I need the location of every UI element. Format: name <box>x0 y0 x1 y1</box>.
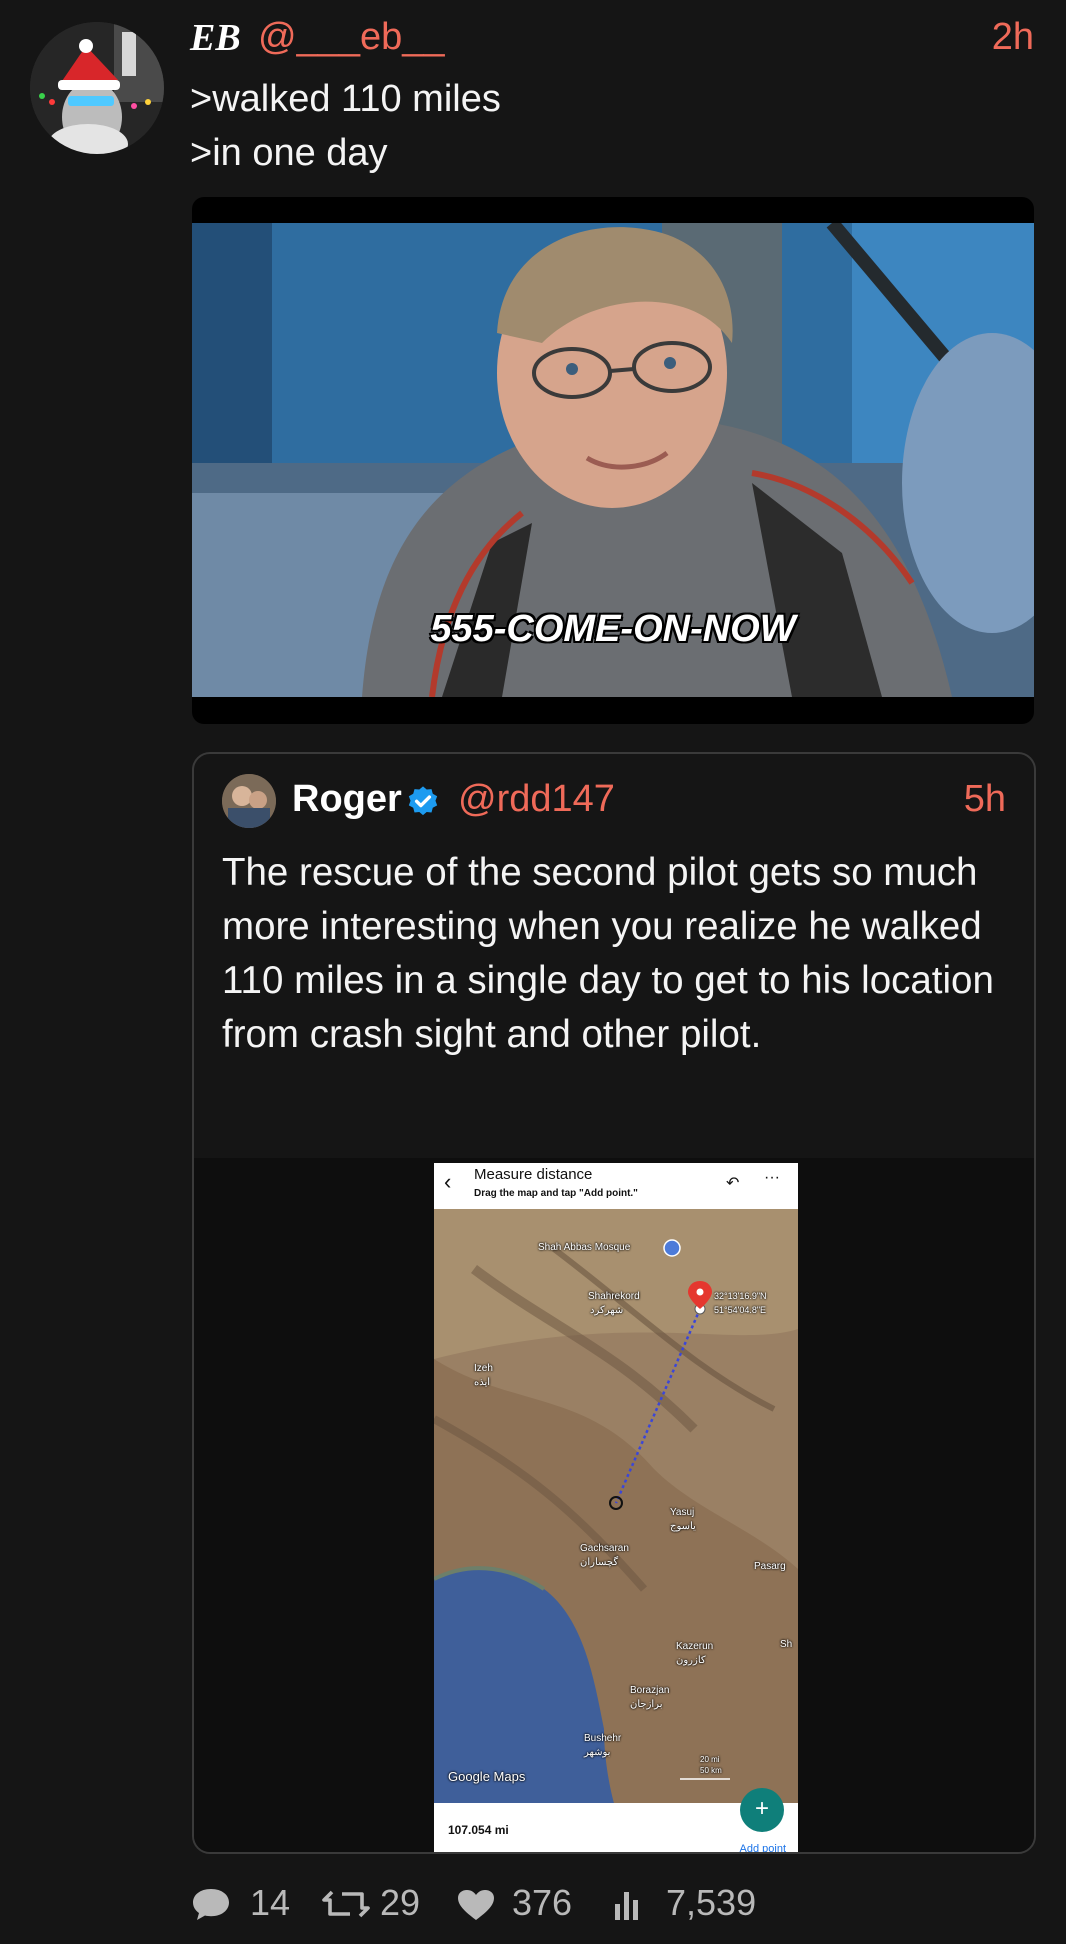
map-label-bushehr-fa: بوشهر <box>584 1747 611 1758</box>
reply-icon[interactable] <box>191 1886 231 1922</box>
map-label-shahrekord-fa: شهرکرد <box>590 1305 624 1316</box>
map-label-pasarg: Pasarg <box>754 1561 786 1572</box>
tweet-text-line-1: >walked 110 miles <box>190 78 501 120</box>
gif-caption: 555-COME-ON-NOW <box>430 608 796 650</box>
maps-title: Measure distance <box>474 1166 593 1183</box>
add-point-fab[interactable]: + <box>740 1788 784 1832</box>
more-options-icon: ··· <box>764 1169 780 1186</box>
add-point-link[interactable]: Add point <box>740 1843 786 1852</box>
map-label-gachsaran: Gachsaran <box>580 1543 629 1554</box>
tweet-timestamp[interactable]: 2h <box>992 16 1034 59</box>
views-chart-icon[interactable] <box>612 1888 646 1922</box>
map-label-borazjan-fa: برازجان <box>630 1699 663 1710</box>
verified-badge-icon <box>408 786 438 816</box>
map-label-sh: Sh <box>780 1639 793 1650</box>
satellite-map: Shah Abbas Mosque Shahrekord شهرکرد 32°1… <box>434 1209 798 1803</box>
quoted-tweet-text: The rescue of the second pilot gets so m… <box>222 851 994 1056</box>
map-label-bushehr: Bushehr <box>584 1733 622 1744</box>
map-label-gachsaran-fa: گچساران <box>580 1557 619 1568</box>
quoted-tweet[interactable]: Roger @rdd147 5h The rescue of the secon… <box>192 752 1036 1854</box>
measured-distance: 107.054 mi <box>448 1823 509 1837</box>
quoted-author-name[interactable]: Roger <box>292 778 402 821</box>
google-maps-logo: Google Maps <box>448 1769 526 1784</box>
quoted-media[interactable]: ‹ Measure distance Drag the map and tap … <box>194 1158 1034 1852</box>
heart-icon[interactable] <box>456 1888 496 1922</box>
retweet-icon[interactable] <box>322 1886 370 1922</box>
tweet-gif[interactable]: 555-COME-ON-NOW <box>192 197 1034 724</box>
quoted-author-avatar[interactable] <box>222 774 276 828</box>
map-label-yasuj: Yasuj <box>670 1507 695 1518</box>
back-chevron-icon: ‹ <box>444 1169 452 1194</box>
undo-icon: ↶ <box>726 1175 740 1192</box>
author-avatar[interactable] <box>30 22 164 154</box>
like-count[interactable]: 376 <box>512 1882 572 1924</box>
quoted-timestamp[interactable]: 5h <box>964 778 1006 821</box>
map-label-kazerun: Kazerun <box>676 1641 714 1652</box>
map-label-coord-lat: 32°13'16.9"N <box>714 1291 767 1301</box>
map-label-izeh-fa: ایذه <box>474 1377 491 1388</box>
view-count[interactable]: 7,539 <box>666 1882 756 1924</box>
map-label-borazjan: Borazjan <box>630 1685 670 1696</box>
map-label-coord-lon: 51°54'04.8"E <box>714 1305 767 1315</box>
quoted-author-handle[interactable]: @rdd147 <box>458 778 615 821</box>
maps-subtitle: Drag the map and tap "Add point." <box>474 1188 638 1199</box>
retweet-count[interactable]: 29 <box>380 1882 420 1924</box>
maps-header: ‹ Measure distance Drag the map and tap … <box>434 1163 798 1209</box>
author-name[interactable]: EB <box>190 16 241 60</box>
map-scale-km: 50 km <box>700 1766 722 1775</box>
map-label-kazerun-fa: کازرون <box>676 1655 706 1666</box>
author-handle[interactable]: @___eb__ <box>258 16 445 59</box>
map-label-yasuj-fa: یاسوج <box>670 1521 696 1532</box>
reply-count[interactable]: 14 <box>250 1882 290 1924</box>
maps-screenshot[interactable]: ‹ Measure distance Drag the map and tap … <box>434 1163 798 1852</box>
map-label-izeh: Izeh <box>474 1363 493 1374</box>
map-scale-miles: 20 mi <box>700 1755 720 1764</box>
tweet-text-line-2: >in one day <box>190 132 388 174</box>
map-label-mosque: Shah Abbas Mosque <box>538 1242 631 1253</box>
map-label-shahrekord: Shahrekord <box>588 1291 640 1302</box>
